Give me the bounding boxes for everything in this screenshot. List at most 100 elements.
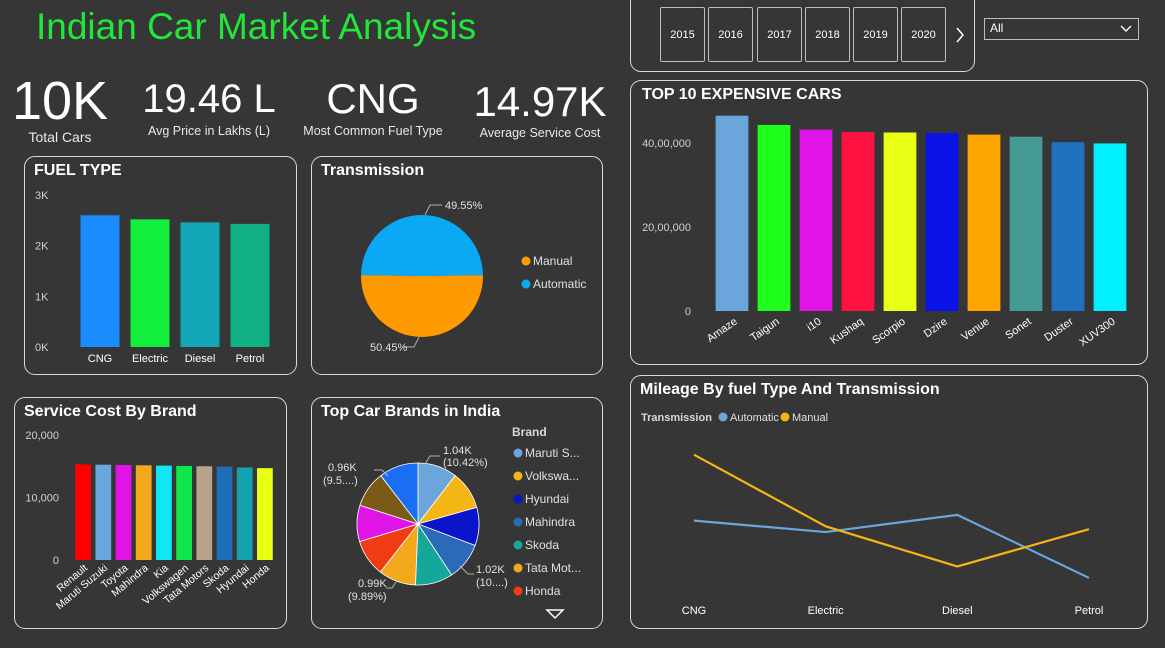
- expensive-bar-amaze: [715, 115, 749, 311]
- fuel-ytick-label: 1K: [35, 291, 49, 303]
- legend-label-skoda: Skoda: [525, 538, 559, 552]
- filter-dropdown-value: All: [990, 21, 1004, 35]
- kpi-service-cost-label: Average Service Cost: [479, 126, 601, 140]
- brand-annotation-percent: (9.89%): [348, 591, 387, 603]
- expensive-bar-duster: [1051, 142, 1085, 311]
- chevron-right-icon[interactable]: [954, 25, 966, 45]
- expensive-xtick-label: Scorpio: [870, 316, 907, 347]
- year-2016-button[interactable]: 2016: [708, 7, 753, 62]
- legend-dot-automatic: [521, 279, 531, 289]
- expensive-cars-chart: 020,00,00040,00,000Amaze Taigun i10 Kushaq S…: [642, 115, 1127, 349]
- filter-dropdown[interactable]: All: [984, 18, 1139, 40]
- expensive-bar-sonet: [1009, 136, 1043, 311]
- legend-dot-mahindra: [513, 517, 523, 527]
- kpi-fuel-type-value: CNG: [326, 75, 420, 122]
- legend-label-manual: Manual: [792, 412, 828, 424]
- mileage-legend-title: Transmission: [641, 412, 712, 424]
- fuel-ytick-label: 2K: [35, 241, 49, 253]
- expensive-xtick-label: Taigun: [748, 316, 781, 344]
- expensive-xtick-label: Dzire: [922, 316, 950, 341]
- service-bar-mahindra: [135, 465, 152, 560]
- fuel-type-chart: 0K 1K 2K 3K CNG Electric Diesel Petrol: [35, 190, 270, 365]
- transmission-slice-automatic: [361, 215, 483, 276]
- car-brands-chart: 1.04K(10.42%) 1.02K(10....) 0.99K(9.89%) 0.…: [323, 425, 581, 620]
- legend-label-honda: Honda: [525, 584, 561, 598]
- mileage-xtick-label: Diesel: [942, 605, 973, 617]
- fuel-bar-petrol: [230, 223, 270, 347]
- year-2015-button[interactable]: 2015: [660, 7, 705, 62]
- service-bar-tata-motors: [196, 466, 213, 560]
- legend-label-mahindra: Mahindra: [525, 515, 575, 529]
- legend-dot-volkswa: [513, 471, 523, 481]
- car-brands-panel: Top Car Brands in India 1.04K (10.42%) 1.0…: [311, 397, 603, 629]
- fuel-bar-cng: [80, 215, 120, 347]
- expensive-xtick-label: Sonet: [1003, 316, 1033, 342]
- year-2020-button[interactable]: 2020: [901, 7, 946, 62]
- expensive-bar-i10: [799, 129, 833, 311]
- service-ytick-label: 0: [53, 555, 59, 567]
- mileage-xtick-label: Electric: [808, 605, 845, 617]
- fuel-ytick-label: 0K: [35, 342, 49, 354]
- service-bar-honda: [257, 468, 273, 560]
- transmission-leader-line: [424, 204, 442, 216]
- mileage-xtick-label: CNG: [682, 605, 706, 617]
- service-bar-hyundai: [236, 467, 253, 560]
- service-ytick-label: 20,000: [25, 430, 59, 442]
- brand-leader-line: [386, 581, 397, 589]
- expensive-ytick-label: 40,00,000: [642, 138, 691, 150]
- mileage-chart: Transmission Automatic Manual CNG Electric Di…: [641, 412, 1103, 617]
- brand-legend-title: Brand: [512, 425, 547, 439]
- brand-annotation-value: 0.99K: [358, 578, 387, 590]
- legend-dot-tata-mot: [513, 563, 523, 573]
- year-2018-button[interactable]: 2018: [805, 7, 850, 62]
- legend-label-hyundai: Hyundai: [525, 492, 569, 506]
- service-bar-maruti-suzuki: [95, 464, 112, 560]
- fuel-xtick-label: Diesel: [185, 353, 216, 365]
- expensive-xtick-label: Duster: [1042, 315, 1076, 344]
- year-2017-button[interactable]: 2017: [757, 7, 802, 62]
- expensive-xtick-label: Venue: [959, 316, 991, 344]
- service-bar-toyota: [115, 465, 132, 560]
- year-2019-button[interactable]: 2019: [853, 7, 898, 62]
- brand-annotation-percent: (10.42%): [443, 457, 488, 469]
- legend-label-automatic: Automatic: [730, 412, 779, 424]
- legend-dot-hyundai: [513, 494, 523, 504]
- legend-label-manual: Manual: [533, 254, 572, 268]
- dashboard-title: Indian Car Market Analysis: [36, 6, 477, 47]
- fuel-bar-electric: [130, 219, 170, 347]
- fuel-type-panel: FUEL TYPE 0K 1K 2K 3K CNG Electric Diesel Petro…: [24, 156, 297, 375]
- expensive-bar-kushaq: [841, 132, 875, 311]
- brand-leader-line: [424, 455, 440, 465]
- scroll-down-icon[interactable]: [545, 609, 565, 620]
- transmission-slice-manual: [361, 275, 483, 338]
- fuel-xtick-label: Electric: [132, 353, 169, 365]
- kpi-avg-price-label: Avg Price in Lakhs (L): [147, 124, 271, 138]
- expensive-xtick-label: XUV300: [1077, 316, 1117, 349]
- legend-label-maruti-s: Maruti S...: [525, 446, 580, 460]
- expensive-ytick-label: 0: [685, 306, 691, 318]
- service-bar-kia: [156, 465, 172, 560]
- brand-annotation-value: 0.96K: [328, 462, 357, 474]
- fuel-bar-diesel: [180, 222, 220, 347]
- expensive-bar-xuv300: [1093, 143, 1127, 311]
- brand-annotation-value: 1.04K: [443, 445, 472, 457]
- legend-dot-skoda: [513, 540, 523, 550]
- expensive-bar-dzire: [925, 132, 959, 311]
- service-ytick-label: 10,000: [25, 493, 59, 505]
- legend-label-tata-mot: Tata Mot...: [525, 561, 581, 575]
- expensive-cars-panel: TOP 10 EXPENSIVE CARS 0 20,00,000 40,00,00…: [630, 80, 1148, 365]
- transmission-panel: Transmission 49.55% 50.45% Manual Automatic: [311, 156, 603, 375]
- expensive-ytick-label: 20,00,000: [642, 222, 691, 234]
- legend-label-automatic: Automatic: [533, 277, 586, 291]
- fuel-xtick-label: CNG: [88, 353, 112, 365]
- kpi-avg-price-value: 19.46 L: [142, 77, 276, 121]
- brand-leader-line: [459, 565, 474, 575]
- brand-annotation-percent: (10....): [476, 577, 508, 589]
- service-cost-chart: 010,00020,000RenaultMaruti SuzukiToyotaM…: [25, 430, 273, 612]
- mileage-panel: Mileage By fuel Type And Transmission Tr…: [630, 375, 1148, 629]
- kpi-fuel-type-label: Most Common Fuel Type: [303, 124, 443, 138]
- legend-dot-automatic: [718, 412, 728, 422]
- fuel-ytick-label: 3K: [35, 190, 49, 202]
- kpi-service-cost-value: 14.97K: [473, 78, 607, 125]
- expensive-bar-taigun: [757, 124, 791, 311]
